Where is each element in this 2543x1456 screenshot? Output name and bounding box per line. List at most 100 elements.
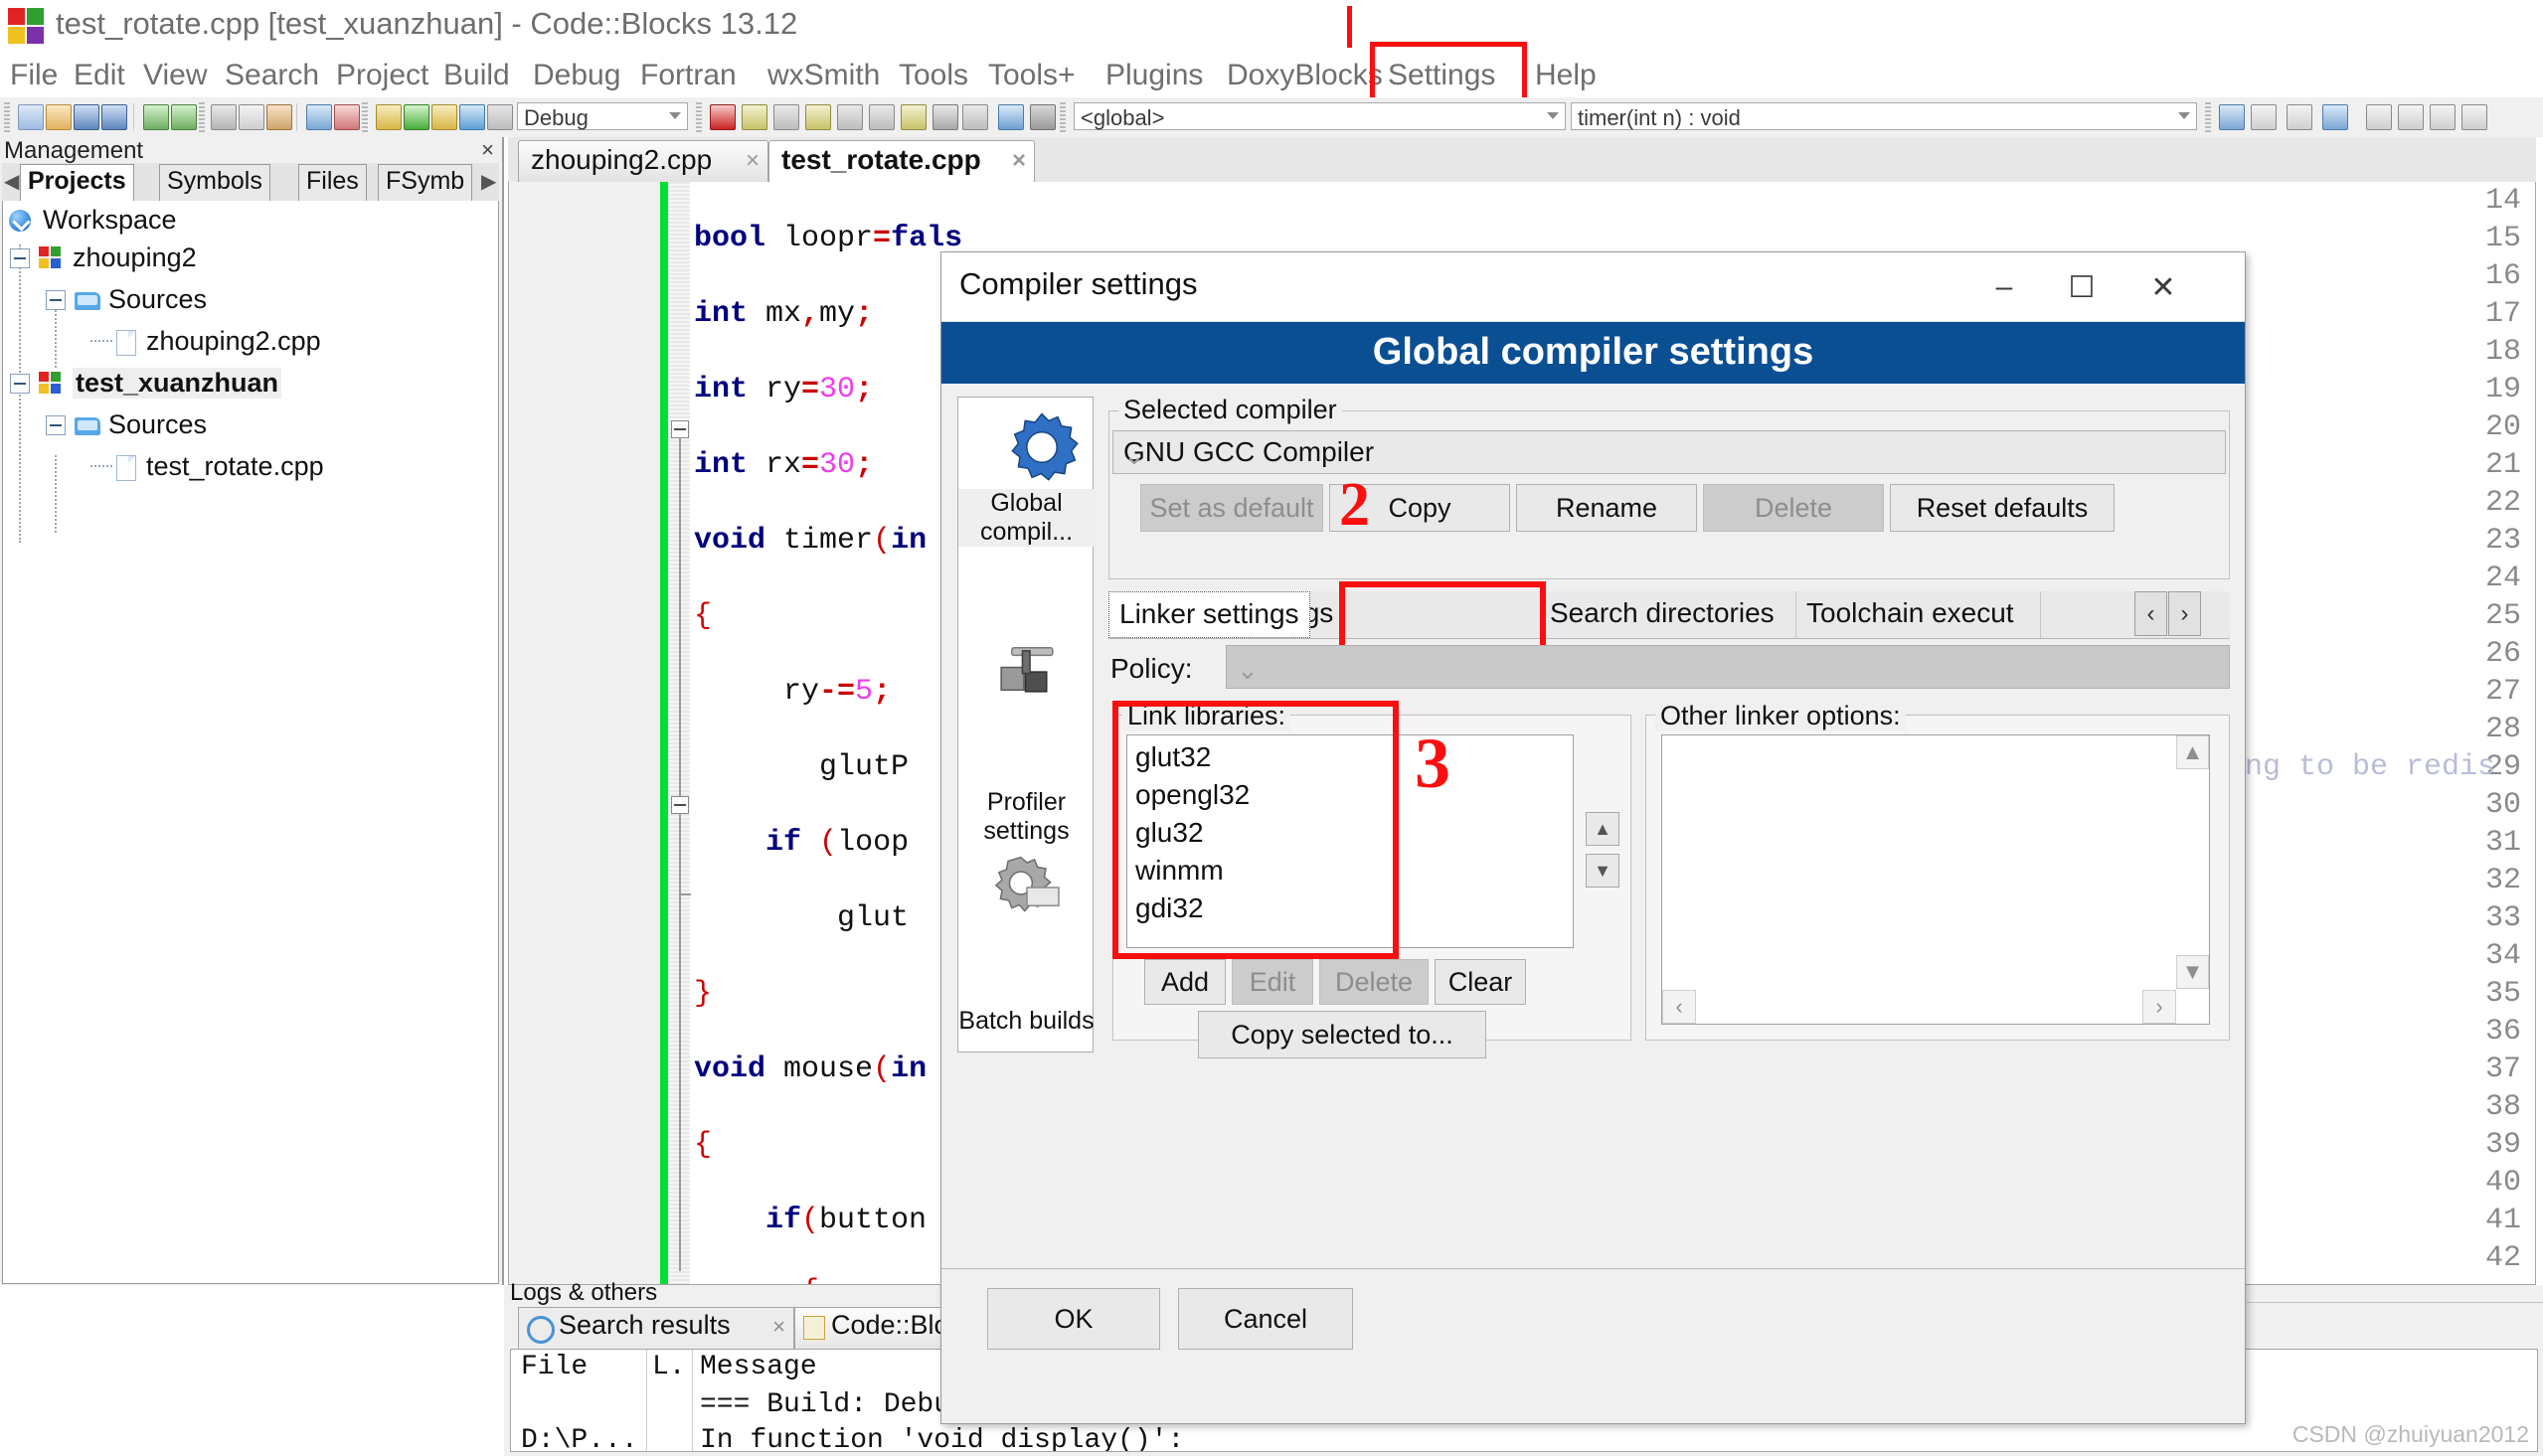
new-file-icon[interactable]	[18, 104, 44, 130]
fold-toggle-25[interactable]	[671, 420, 689, 438]
step-out-icon[interactable]	[805, 104, 831, 130]
sidebar-item-global-compiler[interactable]: Global compil...	[958, 409, 1095, 547]
close-icon[interactable]: ✕	[2124, 252, 2202, 320]
various-info-icon[interactable]	[1030, 104, 1056, 130]
tab-files[interactable]: Files	[298, 164, 367, 201]
maximize-icon[interactable]: ☐	[2043, 252, 2120, 320]
toolbar-grip-6[interactable]	[2205, 102, 2211, 132]
wxsmith-icon[interactable]	[2322, 104, 2348, 130]
policy-combo[interactable]: ⌄	[1226, 645, 2230, 689]
clear-library-button[interactable]: Clear	[1435, 959, 1526, 1005]
scope-combo[interactable]: <global>	[1074, 102, 1566, 130]
menu-item-file[interactable]: File	[6, 57, 62, 94]
cut-icon[interactable]	[211, 104, 237, 130]
toolbar-grip-5[interactable]	[1060, 102, 1066, 132]
menu-item-wxsmith[interactable]: wxSmith	[763, 57, 884, 94]
next-instruction-icon[interactable]	[837, 104, 863, 130]
tab-scroll-prev-icon[interactable]: ‹	[2134, 591, 2167, 636]
build-target-combo[interactable]: Debug	[517, 102, 688, 130]
undo-icon[interactable]	[143, 104, 169, 130]
selected-compiler-combo[interactable]: GNU GCC Compiler ⌄	[1112, 430, 2226, 474]
menu-item-search[interactable]: Search	[221, 57, 323, 94]
delete-library-button[interactable]: Delete	[1319, 959, 1429, 1005]
stop-debug-icon[interactable]	[962, 104, 988, 130]
toolbar-grip-2[interactable]	[199, 102, 205, 132]
pause-icon[interactable]	[932, 104, 958, 130]
tree-expander-zhouping2[interactable]	[10, 248, 30, 268]
copy-selected-to-button[interactable]: Copy selected to...	[1198, 1011, 1486, 1058]
fold-toggle-39[interactable]	[671, 796, 689, 814]
replace-icon[interactable]	[334, 104, 360, 130]
close-icon[interactable]: ×	[772, 1314, 785, 1340]
tabs-prev-icon[interactable]: ◀	[4, 169, 19, 194]
add-library-button[interactable]: Add	[1144, 959, 1226, 1005]
save-all-icon[interactable]	[101, 104, 127, 130]
menu-item-edit[interactable]: Edit	[70, 57, 129, 94]
tab-projects[interactable]: Projects	[20, 164, 134, 201]
sidebar-item-batch-builds[interactable]: Batch builds	[958, 847, 1095, 1036]
close-icon[interactable]: ×	[481, 137, 494, 163]
close-icon[interactable]: ×	[1012, 147, 1026, 175]
tab-linker-settings[interactable]: Linker settings	[1108, 591, 1310, 638]
run-to-cursor-icon[interactable]	[901, 104, 927, 130]
sidebar-item-profiler-settings[interactable]: Profiler settings	[958, 628, 1095, 846]
menu-item-fortran[interactable]: Fortran	[636, 57, 741, 94]
menu-item-view[interactable]: View	[139, 57, 211, 94]
rename-compiler-button[interactable]: Rename	[1516, 484, 1697, 532]
save-icon[interactable]	[74, 104, 99, 130]
close-icon[interactable]: ×	[746, 147, 760, 175]
step-over-icon[interactable]	[742, 104, 767, 130]
menu-item-tools-plus[interactable]: Tools+	[984, 57, 1080, 94]
open-file-icon[interactable]	[46, 104, 72, 130]
tree-expander-test-xuanzhuan[interactable]	[10, 374, 30, 394]
move-up-icon[interactable]: ▲	[1586, 812, 1619, 846]
scroll-left-icon[interactable]: ‹	[1662, 990, 1696, 1024]
misc-icon-2[interactable]	[2398, 104, 2424, 130]
log-row-1-message[interactable]: In function 'void display()':	[700, 1425, 1184, 1451]
move-down-icon[interactable]: ▼	[1586, 854, 1619, 888]
delete-compiler-button[interactable]: Delete	[1703, 484, 1884, 532]
tab-search-directories[interactable]: Search directories	[1540, 591, 1796, 638]
step-into-icon[interactable]	[773, 104, 799, 130]
scroll-right-icon[interactable]: ›	[2142, 990, 2176, 1024]
menu-item-project[interactable]: Project	[332, 57, 432, 94]
build-icon[interactable]	[376, 104, 402, 130]
function-combo[interactable]: timer(int n) : void	[1571, 102, 2197, 130]
tree-expander-sources-2[interactable]	[46, 415, 66, 435]
edit-library-button[interactable]: Edit	[1232, 959, 1313, 1005]
project-tree[interactable]: Workspace zhouping2 Sources zhouping2.cp…	[2, 201, 499, 1284]
tabs-next-icon[interactable]: ▶	[481, 169, 496, 194]
log-row-0-message[interactable]: === Build: Debug	[700, 1389, 967, 1420]
cancel-button[interactable]: Cancel	[1178, 1288, 1353, 1350]
extract-docs-icon[interactable]	[2251, 104, 2277, 130]
copy-icon[interactable]	[239, 104, 264, 130]
build-and-run-icon[interactable]	[431, 104, 457, 130]
plugin-icon[interactable]	[2287, 104, 2312, 130]
menu-item-debug[interactable]: Debug	[529, 57, 624, 94]
doxyblocks-icon[interactable]	[2219, 104, 2245, 130]
set-as-default-button[interactable]: Set as default	[1140, 484, 1323, 532]
other-linker-options-textarea[interactable]	[1661, 734, 2210, 1025]
reset-defaults-button[interactable]: Reset defaults	[1890, 484, 2115, 532]
ok-button[interactable]: OK	[987, 1288, 1160, 1350]
menu-item-tools[interactable]: Tools	[895, 57, 972, 94]
abort-icon[interactable]	[487, 104, 513, 130]
scroll-down-icon[interactable]: ▼	[2176, 955, 2209, 989]
menu-item-doxyblocks[interactable]: DoxyBlocks	[1223, 57, 1387, 94]
debug-run-icon[interactable]	[710, 104, 736, 130]
scroll-up-icon[interactable]: ▲	[2176, 735, 2209, 769]
tree-expander-sources-1[interactable]	[46, 290, 66, 310]
tab-symbols[interactable]: Symbols	[159, 164, 270, 201]
log-row-1-file[interactable]: D:\P...	[521, 1425, 638, 1451]
tab-scroll-next-icon[interactable]: ›	[2168, 591, 2201, 636]
menu-item-build[interactable]: Build	[439, 57, 514, 94]
redo-icon[interactable]	[171, 104, 197, 130]
misc-icon-1[interactable]	[2366, 104, 2392, 130]
logs-tab-codeblocks[interactable]: Code::Bloc	[794, 1307, 963, 1349]
step-instruction-icon[interactable]	[869, 104, 895, 130]
toolbar-grip-3[interactable]	[362, 102, 368, 132]
debugging-windows-icon[interactable]	[998, 104, 1024, 130]
menu-item-help[interactable]: Help	[1531, 57, 1601, 94]
misc-icon-3[interactable]	[2430, 104, 2456, 130]
misc-icon-4[interactable]	[2461, 104, 2487, 130]
